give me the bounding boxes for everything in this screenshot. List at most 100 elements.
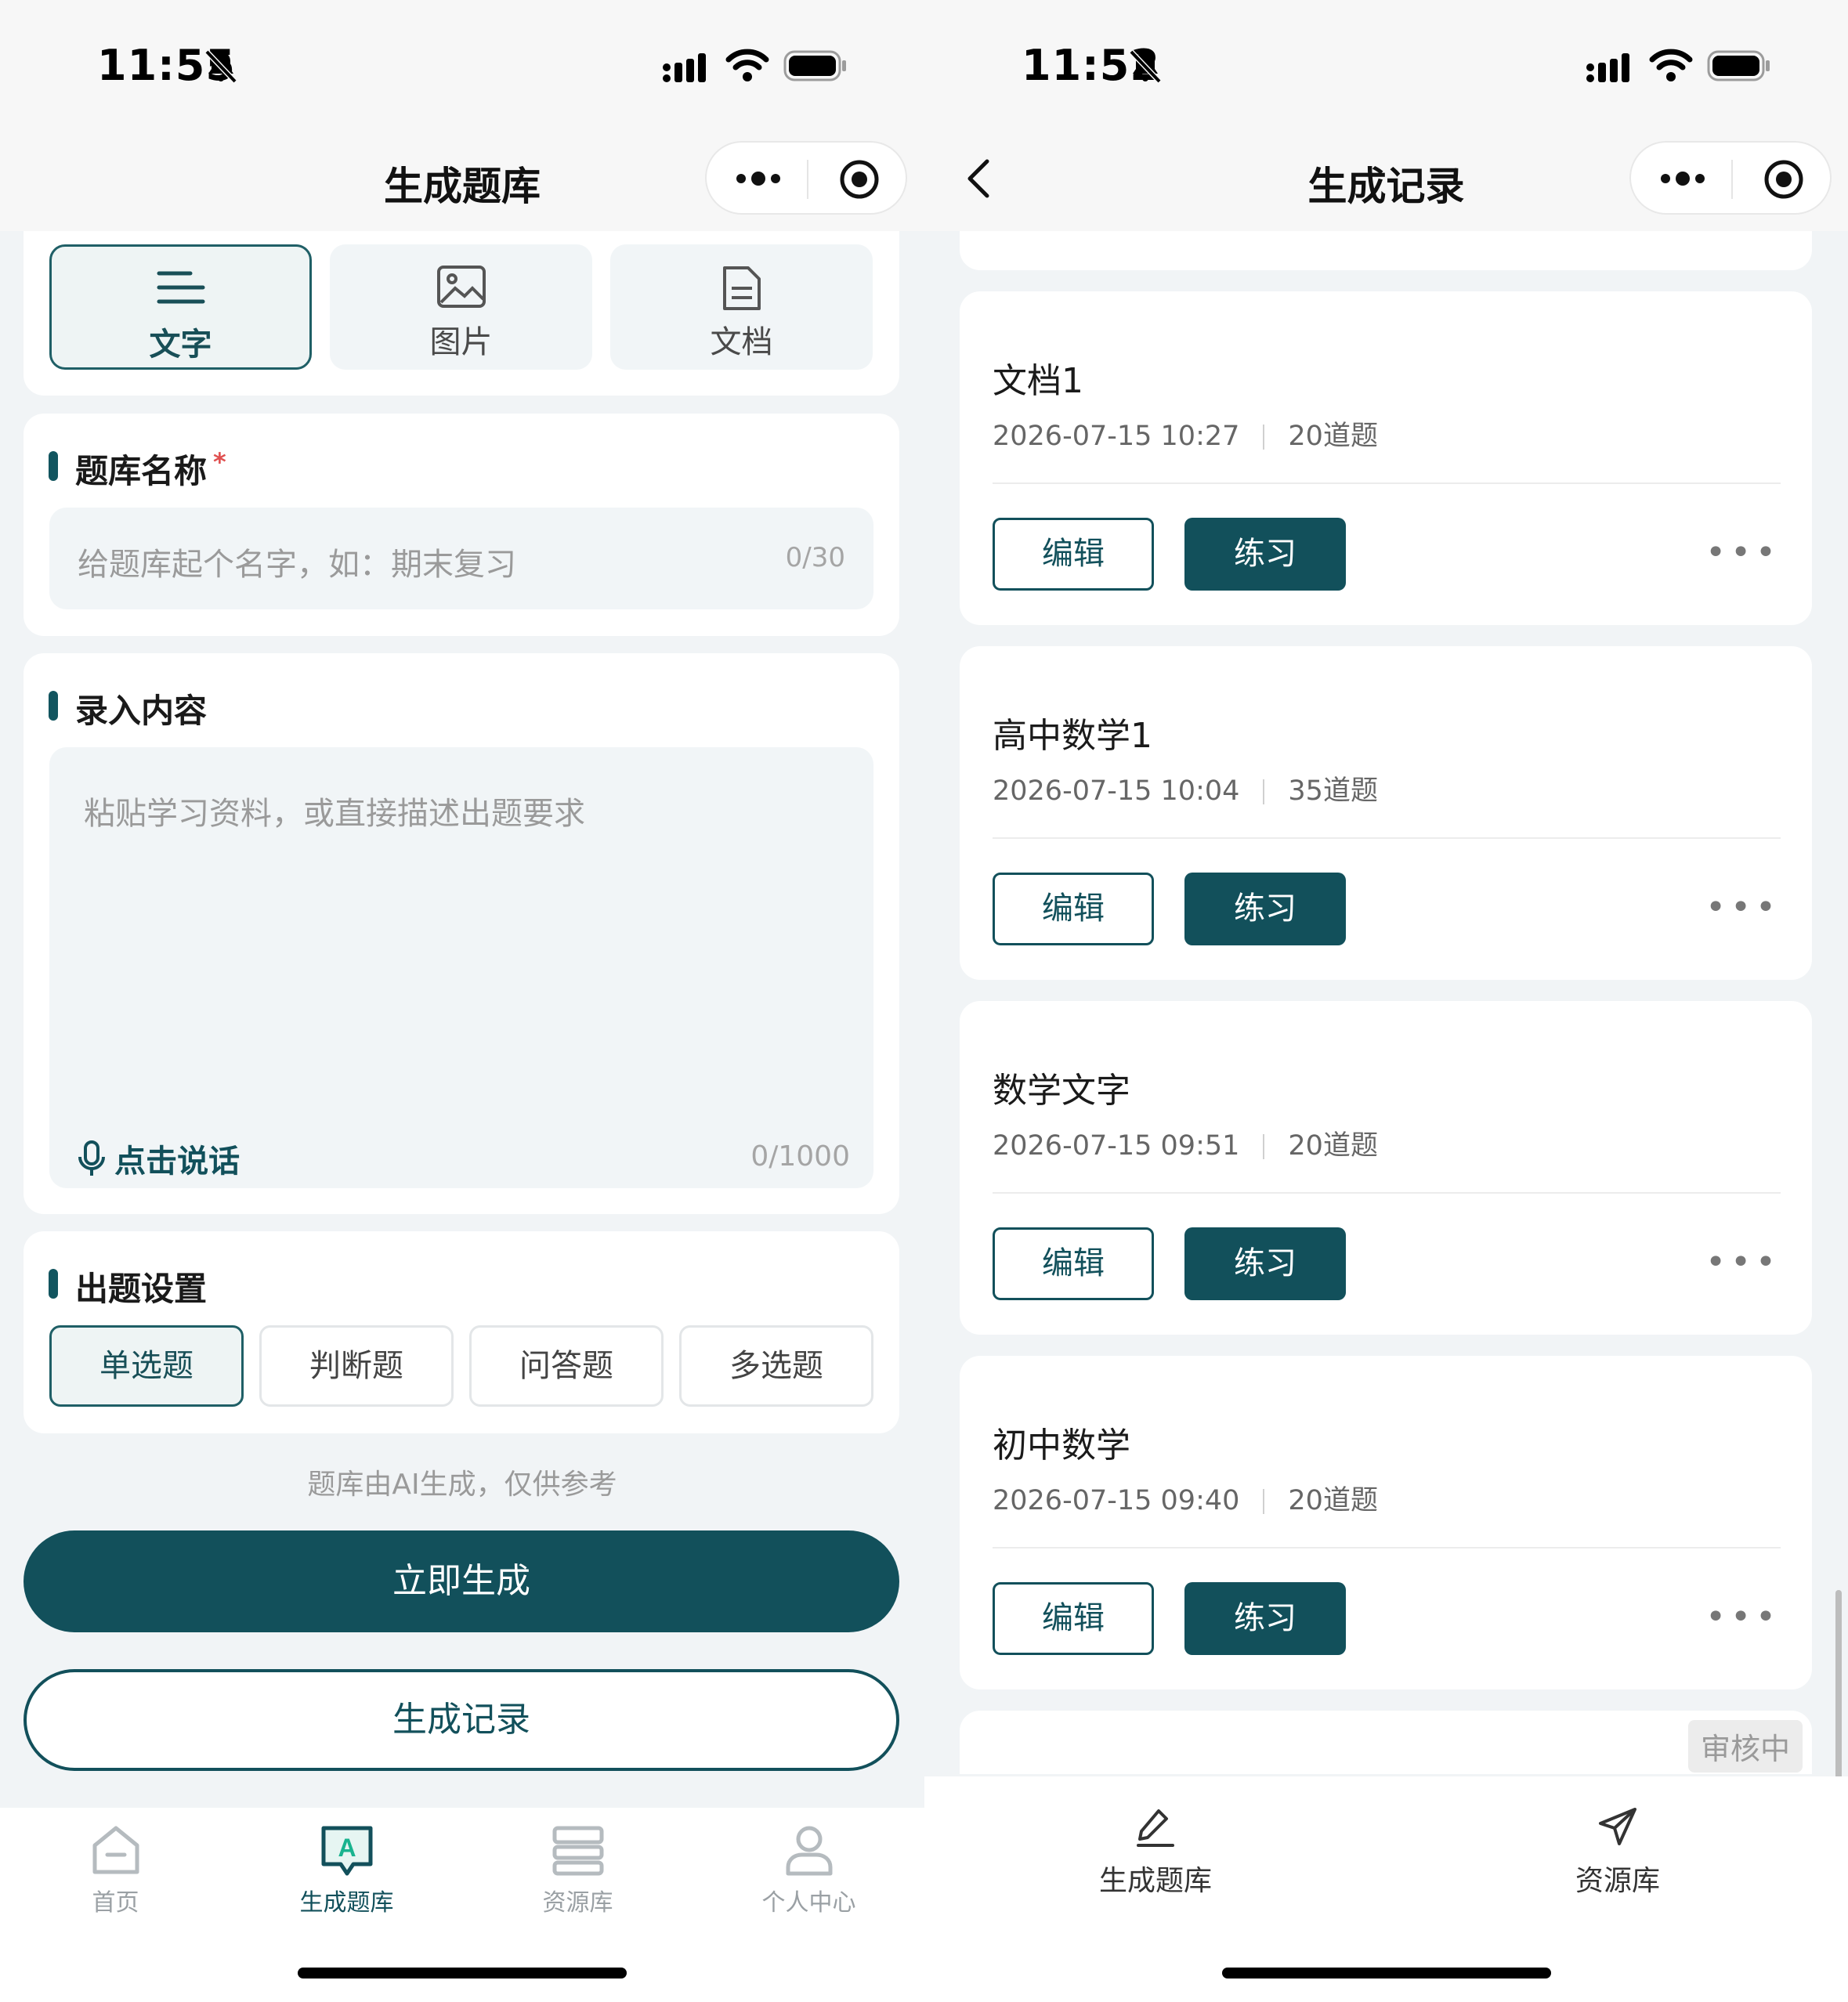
generate-now-button[interactable]: 立即生成: [24, 1530, 899, 1632]
more-options-button[interactable]: •••: [1705, 1597, 1781, 1637]
battery-icon: [1707, 50, 1770, 81]
practice-button[interactable]: 练习: [1184, 1227, 1346, 1300]
edit-button[interactable]: 编辑: [993, 518, 1154, 591]
mini-program-capsule: [1629, 141, 1832, 215]
record-count: 20道题: [1288, 1485, 1378, 1516]
bell-muted-icon: [204, 49, 237, 84]
record-card[interactable]: 高中数学1 2026-07-15 10:04 35道题 编辑 练习 •••: [960, 646, 1812, 980]
bell-muted-icon: [1129, 49, 1162, 84]
record-meta: 2026-07-15 09:40 20道题: [993, 1478, 1378, 1518]
record-date: 2026-07-15 10:04: [993, 775, 1240, 807]
tab-home[interactable]: 首页: [0, 1808, 231, 1933]
more-menu-button[interactable]: [735, 168, 782, 190]
status-bar: 11:52: [924, 0, 1848, 125]
tab-library-label: 资源库: [542, 1889, 613, 1917]
tab-resource-library-label: 资源库: [1575, 1865, 1660, 1897]
voice-input-button[interactable]: 点击说话: [76, 1136, 240, 1181]
tab-text-label: 文字: [149, 327, 212, 363]
tab-library[interactable]: 资源库: [462, 1808, 693, 1933]
required-mark: *: [213, 447, 226, 477]
tab-generate[interactable]: A 生成题库: [231, 1808, 462, 1933]
bank-name-card: 题库名称 * 给题库起个名字，如：期末复习 0/30: [24, 414, 899, 636]
record-count: 35道题: [1288, 775, 1378, 807]
more-options-button[interactable]: •••: [1705, 887, 1781, 927]
cellular-signal-icon: [1586, 53, 1629, 82]
question-type-single[interactable]: 单选题: [49, 1325, 244, 1407]
nav-bar: 生成题库: [0, 125, 924, 231]
document-icon: [722, 266, 761, 310]
tab-text[interactable]: 文字: [49, 244, 312, 370]
record-card-pending[interactable]: 审核中: [960, 1711, 1812, 1774]
content-placeholder: 粘贴学习资料，或直接描述出题要求: [84, 796, 585, 832]
record-date: 2026-07-15 09:40: [993, 1485, 1240, 1516]
practice-button[interactable]: 练习: [1184, 518, 1346, 591]
record-meta: 2026-07-15 09:51 20道题: [993, 1123, 1378, 1163]
close-miniprogram-button[interactable]: [838, 158, 881, 201]
voice-input-label: 点击说话: [114, 1144, 240, 1180]
tab-resource-library[interactable]: 资源库: [1461, 1776, 1774, 1902]
practice-button[interactable]: 练习: [1184, 873, 1346, 945]
pencil-icon: [1137, 1809, 1174, 1847]
question-type-judge[interactable]: 判断题: [259, 1325, 454, 1407]
record-meta: 2026-07-15 10:04 35道题: [993, 768, 1378, 808]
record-meta: 2026-07-15 10:27 20道题: [993, 414, 1378, 454]
home-indicator: [298, 1968, 627, 1979]
record-title: 高中数学1: [993, 716, 1152, 756]
edit-button[interactable]: 编辑: [993, 873, 1154, 945]
tab-generate-label: 生成题库: [299, 1889, 394, 1917]
close-miniprogram-button[interactable]: [1763, 158, 1805, 201]
tab-generate-bank[interactable]: 生成题库: [999, 1776, 1312, 1902]
generation-records-button[interactable]: 生成记录: [24, 1669, 899, 1771]
practice-button[interactable]: 练习: [1184, 1582, 1346, 1655]
bank-name-input[interactable]: 给题库起个名字，如：期末复习 0/30: [49, 508, 873, 609]
tab-home-label: 首页: [92, 1889, 139, 1917]
text-lines-icon: [157, 271, 204, 304]
records-list[interactable]: 文档1 2026-07-15 10:27 20道题 编辑 练习 ••• 高中数学1…: [924, 231, 1848, 1774]
home-indicator: [1222, 1968, 1551, 1979]
status-bar: 11:55: [0, 0, 924, 125]
record-title: 文档1: [993, 361, 1083, 401]
pending-review-badge: 审核中: [1687, 1720, 1803, 1773]
microphone-icon: [78, 1140, 105, 1176]
nav-bar: 生成记录: [924, 125, 1848, 231]
edit-button[interactable]: 编辑: [993, 1227, 1154, 1300]
edit-button[interactable]: 编辑: [993, 1582, 1154, 1655]
question-type-qa[interactable]: 问答题: [469, 1325, 664, 1407]
more-options-button[interactable]: •••: [1705, 533, 1781, 573]
tab-generate-bank-label: 生成题库: [1098, 1865, 1212, 1897]
record-card[interactable]: 数学文字 2026-07-15 09:51 20道题 编辑 练习 •••: [960, 1001, 1812, 1335]
question-type-multi[interactable]: 多选题: [679, 1325, 873, 1407]
record-count: 20道题: [1288, 1130, 1378, 1162]
record-count: 20道题: [1288, 421, 1378, 452]
content-counter: 0/1000: [750, 1140, 850, 1173]
tab-image-label: 图片: [429, 324, 493, 360]
ai-disclaimer: 题库由AI生成，仅供参考: [307, 1469, 617, 1501]
bank-name-placeholder: 给题库起个名字，如：期末复习: [78, 547, 516, 583]
bank-name-section-title: 题库名称 *: [75, 447, 226, 490]
settings-section-title: 出题设置: [75, 1270, 208, 1308]
tab-profile-label: 个人中心: [761, 1889, 856, 1917]
image-icon: [436, 266, 486, 308]
library-icon: [552, 1826, 603, 1876]
content-textarea[interactable]: 粘贴学习资料，或直接描述出题要求 点击说话 0/1000: [49, 747, 873, 1188]
bank-name-counter: 0/30: [785, 542, 845, 573]
battery-icon: [783, 50, 846, 81]
record-date: 2026-07-15 09:51: [993, 1130, 1240, 1162]
tab-profile[interactable]: 个人中心: [693, 1808, 924, 1933]
tab-document[interactable]: 文档: [610, 244, 873, 370]
more-menu-button[interactable]: [1659, 168, 1706, 190]
generate-bank-screen: 11:55 生成题库 文字 图片 文档 题库名称 * 给题库起个名字，如：期末复…: [0, 0, 924, 2002]
send-icon: [1599, 1808, 1636, 1845]
generation-records-screen: 11:52 文档1 2026-07-15 10:27 20道题 编辑 练习 ••…: [924, 0, 1848, 2002]
record-card-partial: [960, 231, 1812, 270]
record-card[interactable]: 初中数学 2026-07-15 09:40 20道题 编辑 练习 •••: [960, 1356, 1812, 1689]
wifi-icon: [725, 49, 769, 81]
more-options-button[interactable]: •••: [1705, 1242, 1781, 1282]
user-icon: [786, 1826, 832, 1876]
mini-program-capsule: [705, 141, 907, 215]
record-card[interactable]: 文档1 2026-07-15 10:27 20道题 编辑 练习 •••: [960, 291, 1812, 625]
record-title: 初中数学: [993, 1426, 1130, 1465]
home-icon: [92, 1826, 139, 1874]
ai-chat-icon: A: [321, 1826, 372, 1876]
tab-image[interactable]: 图片: [330, 244, 592, 370]
